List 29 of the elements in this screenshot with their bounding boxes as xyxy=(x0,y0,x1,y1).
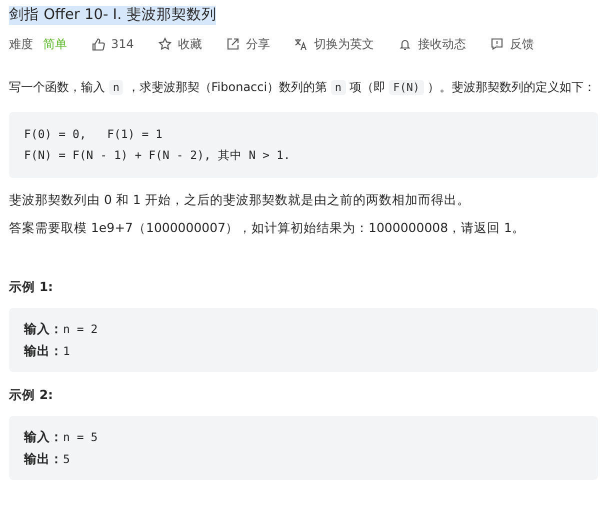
problem-description: 写一个函数，输入 n ，求斐波那契（Fibonacci）数列的第 n 项（即 F(N) ）。斐波那契数列的定义如下： xyxy=(9,79,596,98)
example-value: 1 xyxy=(63,344,70,358)
example-label: 输出： xyxy=(24,343,63,358)
problem-title: 剑指 Offer 10- I. 斐波那契数列 xyxy=(9,6,216,26)
action-link[interactable]: 收藏 xyxy=(178,35,202,54)
star-icon[interactable] xyxy=(158,37,172,52)
example-value: 5 xyxy=(63,452,70,466)
action-link[interactable]: 314 xyxy=(111,35,134,54)
example-label: 输出： xyxy=(24,450,63,466)
action-link[interactable]: 切换为英文 xyxy=(314,35,374,54)
action-link[interactable]: 接收动态 xyxy=(418,35,466,54)
example-value: n = 2 xyxy=(63,322,98,336)
bell-icon[interactable] xyxy=(398,37,412,52)
example-label: 输入： xyxy=(24,321,63,336)
example-value: n = 5 xyxy=(63,430,98,444)
difficulty-label: 难度 xyxy=(9,36,33,54)
example-heading: 示例 2: xyxy=(9,386,54,404)
difficulty-label: 简单 xyxy=(43,36,67,54)
action-link[interactable]: 反馈 xyxy=(510,35,534,54)
share-icon[interactable] xyxy=(226,37,240,52)
paragraph-text: 斐波那契数列由 0 和 1 开始，之后的斐波那契数就是由之前的两数相加而得出。 xyxy=(9,192,471,208)
action-link[interactable]: 分享 xyxy=(246,35,270,54)
code-block: F(0) = 0, F(1) = 1 F(N) = F(N - 1) + F(N - 2), 其中 N > 1. xyxy=(9,112,598,178)
thumbs-up-icon[interactable] xyxy=(91,37,105,52)
example-heading: 示例 1: xyxy=(9,278,54,296)
paragraph-text: 答案需要取模 1e9+7（1000000007），如计算初始结果为：1000000008，请返回 1。 xyxy=(9,220,526,236)
feedback-icon[interactable] xyxy=(490,37,504,52)
example-label: 输入： xyxy=(24,428,63,444)
translate-icon[interactable] xyxy=(294,37,308,52)
